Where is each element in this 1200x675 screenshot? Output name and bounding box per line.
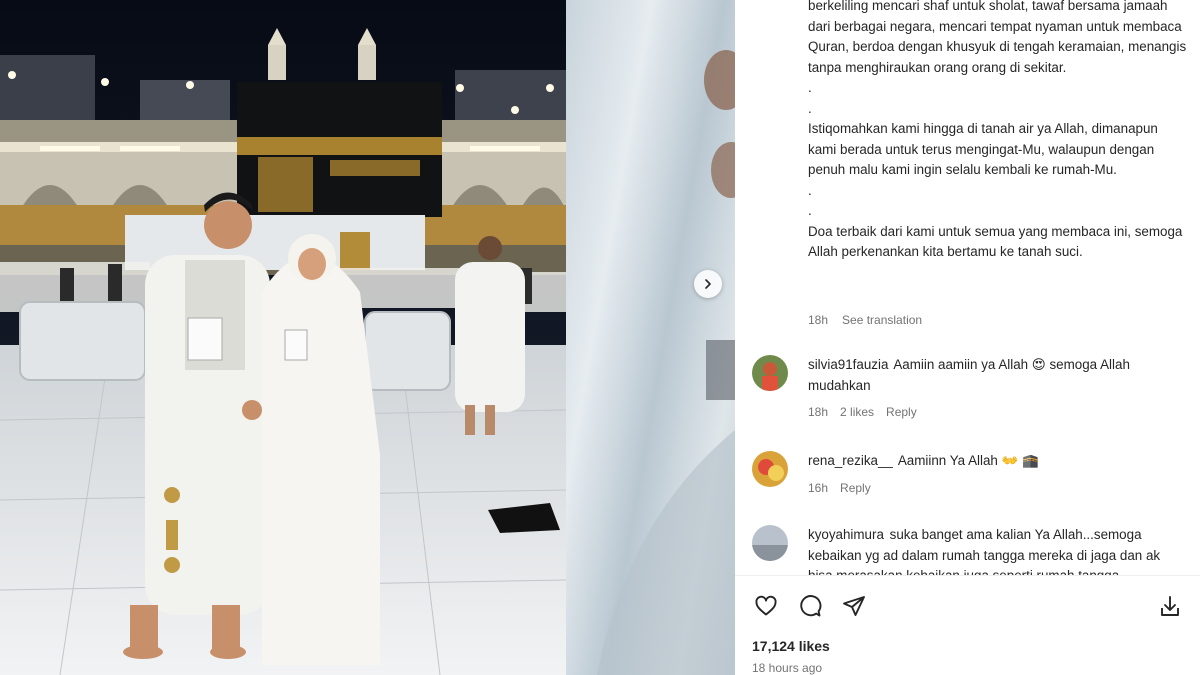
post-actions-bar: 17,124 likes 18 hours ago bbox=[735, 575, 1200, 675]
comment-meta: 16h Reply bbox=[808, 478, 1188, 499]
avatar[interactable] bbox=[752, 525, 788, 561]
heart-icon bbox=[755, 595, 777, 616]
comment-meta: 18h 2 likes Reply bbox=[808, 402, 1188, 423]
avatar[interactable] bbox=[752, 355, 788, 391]
comment-body: rena_rezika__ Aamiinn Ya Allah 👐 🕋 16h R… bbox=[808, 451, 1188, 498]
save-download-icon bbox=[1161, 596, 1179, 616]
caption-line: . bbox=[808, 100, 812, 116]
next-photo-preview bbox=[566, 0, 735, 675]
comment-username[interactable]: rena_rezika__ bbox=[808, 453, 893, 468]
action-icons bbox=[752, 592, 868, 620]
avatar-image bbox=[752, 355, 788, 391]
share-button[interactable] bbox=[840, 592, 868, 620]
comment-body: kyoyahimura suka banget ama kalian Ya Al… bbox=[808, 525, 1188, 575]
comment-likes[interactable]: 2 likes bbox=[840, 402, 874, 423]
caption-line: berkeliling mencari shaf untuk sholat, t… bbox=[808, 0, 1187, 75]
reply-button[interactable]: Reply bbox=[840, 478, 871, 499]
next-photo-illustration bbox=[597, 50, 735, 675]
photo-illustration bbox=[0, 0, 566, 675]
like-button[interactable] bbox=[752, 592, 780, 620]
caption-line: . bbox=[808, 203, 812, 218]
comment-username[interactable]: kyoyahimura bbox=[808, 527, 884, 542]
carousel-next-button[interactable] bbox=[694, 270, 722, 298]
chevron-right-icon bbox=[705, 279, 711, 289]
comment-time: 16h bbox=[808, 480, 829, 495]
comment-button[interactable] bbox=[796, 592, 824, 620]
see-translation-link[interactable]: See translation bbox=[842, 313, 922, 327]
post-caption: berkeliling mencari shaf untuk sholat, t… bbox=[808, 0, 1188, 263]
caption-line: Istiqomahkan kami hingga di tanah air ya… bbox=[808, 121, 1158, 177]
comment-icon bbox=[800, 595, 822, 617]
save-button[interactable] bbox=[1156, 592, 1184, 620]
avatar-image bbox=[752, 525, 788, 561]
caption-meta: 18h See translation bbox=[808, 313, 922, 327]
caption-time: 18h bbox=[808, 313, 829, 327]
post-timestamp: 18 hours ago bbox=[752, 661, 823, 675]
post-photo-kaaba-couple bbox=[0, 0, 566, 675]
post-details-panel: berkeliling mencari shaf untuk sholat, t… bbox=[735, 0, 1200, 675]
reply-button[interactable]: Reply bbox=[886, 402, 917, 423]
comment-time: 18h bbox=[808, 405, 829, 419]
caption-line: Doa terbaik dari kami untuk semua yang m… bbox=[808, 223, 1183, 260]
likes-count[interactable]: 17,124 likes bbox=[752, 638, 830, 654]
avatar-image bbox=[752, 451, 788, 487]
caption-and-comments[interactable]: berkeliling mencari shaf untuk sholat, t… bbox=[735, 0, 1200, 575]
post-media-carousel[interactable] bbox=[0, 0, 735, 675]
comment-text: Aamiinn Ya Allah 👐 🕋 bbox=[897, 453, 1039, 468]
comment-body: silvia91fauzia Aamiin aamiin ya Allah 😍 … bbox=[808, 355, 1188, 423]
caption-line: . bbox=[808, 182, 812, 198]
comment-username[interactable]: silvia91fauzia bbox=[808, 357, 888, 372]
avatar[interactable] bbox=[752, 451, 788, 487]
send-icon bbox=[843, 596, 865, 616]
caption-line: . bbox=[808, 80, 812, 95]
